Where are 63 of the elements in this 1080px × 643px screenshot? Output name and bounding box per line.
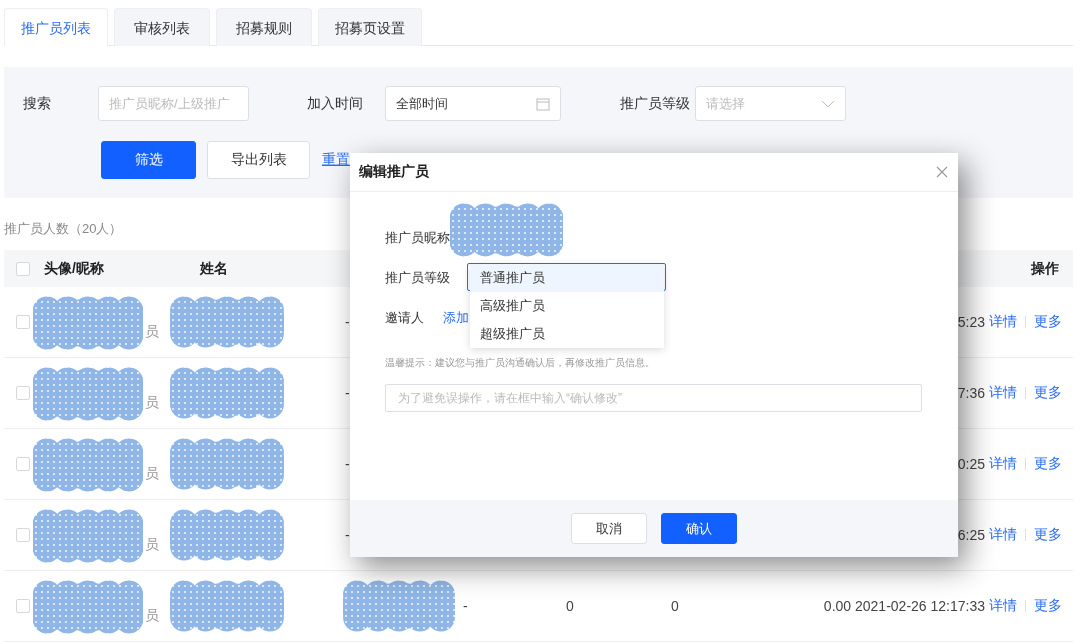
- field-label: 推广员等级: [385, 269, 451, 287]
- table-cell: 0: [671, 598, 679, 614]
- details-link[interactable]: 详情: [989, 526, 1017, 544]
- table-cell: -: [345, 314, 350, 330]
- table-cell: 0: [566, 598, 574, 614]
- column-header: 姓名: [200, 259, 228, 278]
- calendar-icon: [536, 96, 550, 111]
- filter-button[interactable]: 筛选: [101, 141, 196, 179]
- confirm-input[interactable]: 为了避免误操作，请在框中输入“确认修改”: [385, 384, 922, 412]
- table-cell: 6:25: [957, 527, 985, 543]
- table-cell: 员: [145, 394, 159, 412]
- table-cell: 0:25: [957, 456, 985, 472]
- close-icon[interactable]: [936, 166, 948, 178]
- reset-link[interactable]: 重置: [322, 151, 350, 169]
- add-link[interactable]: 添加: [443, 309, 469, 327]
- checkbox[interactable]: [16, 261, 30, 276]
- table-cell: 员: [145, 323, 159, 341]
- table-cell: -: [463, 598, 468, 614]
- checkbox[interactable]: [16, 599, 30, 613]
- table-cell: -: [345, 527, 350, 543]
- field-label: 搜索: [23, 94, 52, 113]
- table-cell: 员: [145, 536, 159, 554]
- tab[interactable]: 审核列表: [114, 8, 210, 46]
- tab[interactable]: 招募页设置: [318, 8, 422, 46]
- details-link[interactable]: 详情: [989, 455, 1017, 473]
- more-link[interactable]: 更多: [1034, 455, 1062, 473]
- checkbox[interactable]: [16, 528, 30, 542]
- cancel-button[interactable]: 取消: [571, 513, 647, 544]
- dropdown-option[interactable]: 普通推广员: [470, 264, 664, 292]
- checkbox[interactable]: [16, 315, 30, 329]
- table-cell: 5:23: [957, 314, 985, 330]
- tab[interactable]: 推广员列表: [4, 8, 108, 46]
- date-field[interactable]: 全部时间: [385, 86, 561, 121]
- column-header: 头像/昵称: [44, 259, 104, 278]
- chevron-down-icon: [821, 99, 835, 108]
- export-button[interactable]: 导出列表: [207, 141, 310, 179]
- details-link[interactable]: 详情: [989, 597, 1017, 615]
- column-header: 操作: [1031, 259, 1059, 278]
- table-cell: 7:36: [957, 385, 985, 401]
- more-link[interactable]: 更多: [1034, 384, 1062, 402]
- table-cell: 员: [145, 465, 159, 483]
- details-link[interactable]: 详情: [989, 313, 1017, 331]
- dialog-title: 编辑推广员: [359, 163, 429, 181]
- field-label: 推广员昵称: [385, 229, 451, 247]
- dropdown-option[interactable]: 高级推广员: [470, 292, 664, 320]
- promoter-count: 推广员人数（20人）: [4, 220, 123, 238]
- details-link[interactable]: 详情: [989, 384, 1017, 402]
- more-link[interactable]: 更多: [1034, 526, 1062, 544]
- field-label: 加入时间: [307, 94, 364, 113]
- confirm-button[interactable]: 确认: [661, 513, 737, 544]
- checkbox[interactable]: [16, 457, 30, 471]
- table-cell: 0.00 2021-02-26 12:17:33: [823, 598, 985, 614]
- dropdown-option[interactable]: 超级推广员: [470, 320, 664, 348]
- table-cell: -: [345, 456, 350, 472]
- more-link[interactable]: 更多: [1034, 313, 1062, 331]
- checkbox[interactable]: [16, 386, 30, 400]
- table-cell: -: [345, 385, 350, 401]
- hint-text: 温馨提示：建议您与推广员沟通确认后，再修改推广员信息。: [385, 356, 656, 370]
- field-label: 邀请人: [385, 309, 425, 327]
- tab[interactable]: 招募规则: [216, 8, 312, 46]
- more-link[interactable]: 更多: [1034, 597, 1062, 615]
- field-label: 推广员等级: [620, 94, 691, 113]
- table-cell: 员: [145, 607, 159, 625]
